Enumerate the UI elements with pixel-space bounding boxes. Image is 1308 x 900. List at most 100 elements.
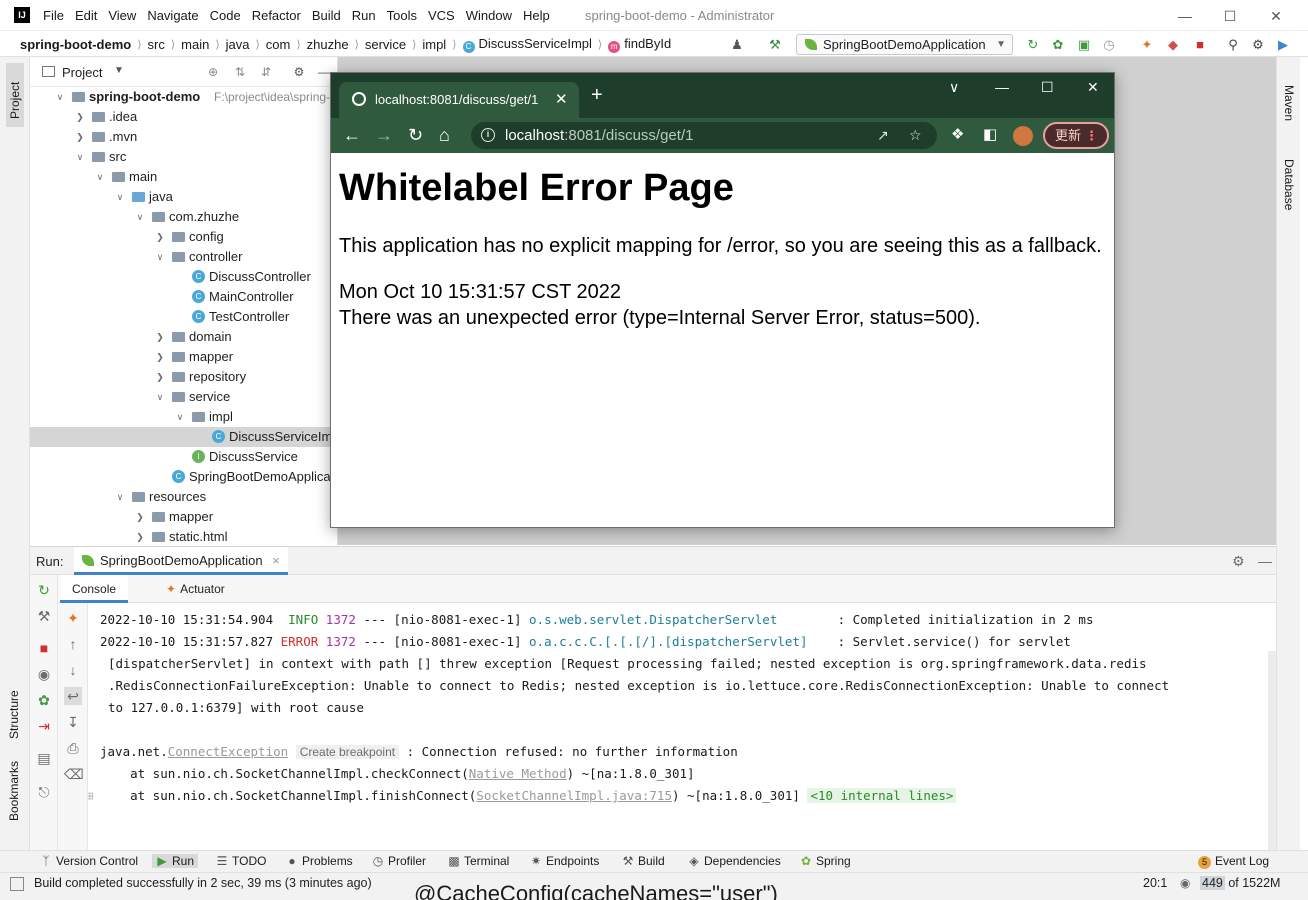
crumb-class[interactable]: C DiscussServiceImpl: [462, 36, 592, 53]
chevron-down-icon[interactable]: ∨: [154, 247, 166, 267]
build-hammer-icon[interactable]: ⚒: [766, 36, 784, 54]
crumb-java[interactable]: java: [226, 37, 250, 52]
menu-tools[interactable]: Tools: [387, 8, 417, 23]
chevron-right-icon[interactable]: ❯: [154, 227, 166, 247]
console-scrollbar[interactable]: [1268, 651, 1276, 851]
back-arrow-icon[interactable]: ←: [343, 124, 361, 146]
chevron-down-icon[interactable]: ∨: [74, 147, 86, 167]
bookmark-star-icon[interactable]: ☆: [909, 127, 922, 144]
site-info-icon[interactable]: i: [481, 128, 495, 142]
tree-item[interactable]: C SpringBootDemoApplicatio: [30, 467, 337, 487]
spring-run-icon[interactable]: ✦: [1138, 36, 1156, 54]
tool-todo[interactable]: ☰ TODO: [216, 854, 267, 868]
crumb-main[interactable]: main: [181, 37, 209, 52]
extensions-icon[interactable]: ❖: [951, 125, 964, 143]
tree-item[interactable]: ❯ .mvn: [30, 127, 337, 147]
tab-actuator[interactable]: ✦ Actuator: [154, 575, 237, 603]
soft-wrap-icon[interactable]: ↩: [64, 687, 82, 705]
tool-profiler[interactable]: ◷ Profiler: [372, 854, 426, 868]
bookmarks-stripe-tab[interactable]: Bookmarks: [7, 761, 21, 821]
tree-item[interactable]: ∨ service: [30, 387, 337, 407]
share-icon[interactable]: ↗: [877, 127, 889, 144]
side-panel-icon[interactable]: ◧: [983, 125, 997, 143]
arrow-up-icon[interactable]: ↑: [64, 635, 82, 653]
browser-close-icon[interactable]: ✕: [1087, 79, 1099, 96]
stop-icon[interactable]: ■: [1191, 36, 1209, 54]
crumb-com[interactable]: com: [266, 37, 291, 52]
chevron-down-icon[interactable]: ∨: [54, 87, 66, 107]
menu-edit[interactable]: Edit: [75, 8, 97, 23]
tree-item[interactable]: C MainController: [30, 287, 337, 307]
menu-run[interactable]: Run: [352, 8, 376, 23]
chevron-right-icon[interactable]: ❯: [74, 127, 86, 147]
tab-console[interactable]: Console: [60, 575, 129, 603]
new-tab-icon[interactable]: +: [591, 85, 603, 105]
tree-item[interactable]: ❯ config: [30, 227, 337, 247]
print-icon[interactable]: ⎙: [64, 739, 82, 757]
tree-item[interactable]: ❯ repository: [30, 367, 337, 387]
tree-item[interactable]: C TestController: [30, 307, 337, 327]
collapse-all-icon[interactable]: ⇵: [258, 64, 274, 80]
pin-icon[interactable]: ⎋: [35, 783, 53, 801]
gear-icon[interactable]: ⚙: [1249, 36, 1267, 54]
caret-position[interactable]: 20:1: [1143, 876, 1167, 890]
create-breakpoint-hint[interactable]: Create breakpoint: [295, 745, 400, 759]
crumb-impl[interactable]: impl: [422, 37, 446, 52]
tree-item[interactable]: I DiscussService: [30, 447, 337, 467]
fold-icon[interactable]: ⊞: [88, 785, 94, 807]
chevron-right-icon[interactable]: ❯: [134, 527, 146, 545]
chevron-right-icon[interactable]: ❯: [74, 107, 86, 127]
structure-stripe-tab[interactable]: Structure: [7, 690, 21, 739]
tree-item[interactable]: ∨ main: [30, 167, 337, 187]
update-button[interactable]: 更新 ⋮: [1043, 122, 1109, 149]
menu-vcs[interactable]: VCS: [428, 8, 455, 23]
eye-icon[interactable]: ◉: [1180, 876, 1190, 890]
close-icon[interactable]: ×: [272, 553, 280, 568]
project-stripe-tab[interactable]: Project: [6, 63, 24, 127]
stack-frame-link[interactable]: SocketChannelImpl.java:715: [476, 788, 672, 803]
minimize-icon[interactable]: —: [1175, 6, 1195, 26]
home-icon[interactable]: ⌂: [439, 124, 450, 146]
tool-problems[interactable]: ● Problems: [286, 854, 352, 868]
stop-icon[interactable]: ■: [35, 639, 53, 657]
tree-item[interactable]: ❯ domain: [30, 327, 337, 347]
exit-icon[interactable]: ⇥: [35, 717, 53, 735]
browser-maximize-icon[interactable]: ☐: [1041, 79, 1054, 96]
chevron-down-icon[interactable]: ∨: [174, 407, 186, 427]
chevron-down-icon[interactable]: ∨: [134, 207, 146, 227]
rerun-icon[interactable]: ↻: [35, 581, 53, 599]
tree-item[interactable]: ∨ java: [30, 187, 337, 207]
tree-item[interactable]: ∨ com.zhuzhe: [30, 207, 337, 227]
tree-item[interactable]: ∨ src: [30, 147, 337, 167]
hide-icon[interactable]: —: [1258, 553, 1272, 569]
debug-icon[interactable]: ✿: [35, 691, 53, 709]
crumb-service[interactable]: service: [365, 37, 406, 52]
menu-file[interactable]: File: [43, 8, 64, 23]
wrench-icon[interactable]: ⚒: [35, 607, 53, 625]
search-icon[interactable]: ⚲: [1224, 36, 1242, 54]
profile-avatar[interactable]: [1013, 126, 1033, 146]
code-with-me-icon[interactable]: ▶: [1274, 36, 1292, 54]
browser-minimize-icon[interactable]: —: [995, 79, 1009, 95]
tab-search-chevron-icon[interactable]: ∨: [949, 79, 959, 96]
crumb-src[interactable]: src: [148, 37, 165, 52]
reload-icon[interactable]: ↻: [408, 124, 423, 146]
layout-icon[interactable]: ▤: [35, 749, 53, 767]
close-tab-icon[interactable]: ✕: [555, 90, 568, 108]
rerun-icon[interactable]: ↻: [1024, 36, 1042, 54]
trash-icon[interactable]: ⌫: [64, 765, 84, 783]
camera-icon[interactable]: ◉: [35, 665, 53, 683]
tool-build[interactable]: ⚒ Build: [622, 854, 665, 868]
menu-refactor[interactable]: Refactor: [252, 8, 301, 23]
tree-item[interactable]: ❯ static.html: [30, 527, 337, 545]
run-configuration-select[interactable]: SpringBootDemoApplication ▼: [796, 34, 1013, 55]
maven-stripe-tab[interactable]: Maven: [1282, 85, 1296, 121]
browser-tab[interactable]: localhost:8081/discuss/get/1 ✕: [339, 82, 579, 118]
chevron-down-icon[interactable]: ∨: [114, 187, 126, 207]
tree-item[interactable]: ∨ controller: [30, 247, 337, 267]
tool-windows-toggle-icon[interactable]: [10, 877, 24, 891]
chevron-down-icon[interactable]: ∨: [94, 167, 106, 187]
arrow-down-icon[interactable]: ↓: [64, 661, 82, 679]
tree-item[interactable]: ❯ mapper: [30, 507, 337, 527]
gear-icon[interactable]: ⚙: [1232, 553, 1245, 570]
